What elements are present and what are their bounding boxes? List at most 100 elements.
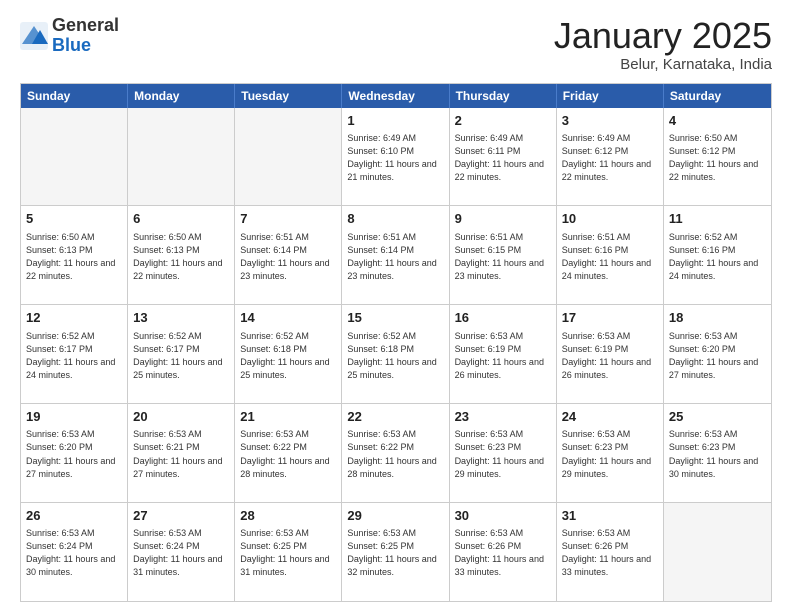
- day-number: 29: [347, 507, 443, 525]
- day-number: 19: [26, 408, 122, 426]
- day-number: 3: [562, 112, 658, 130]
- cell-info: Sunrise: 6:52 AMSunset: 6:16 PMDaylight:…: [669, 231, 766, 283]
- cell-info: Sunrise: 6:53 AMSunset: 6:26 PMDaylight:…: [562, 527, 658, 579]
- day-number: 7: [240, 210, 336, 228]
- day-number: 26: [26, 507, 122, 525]
- calendar-cell: 24 Sunrise: 6:53 AMSunset: 6:23 PMDayligh…: [557, 404, 664, 502]
- cell-info: Sunrise: 6:51 AMSunset: 6:15 PMDaylight:…: [455, 231, 551, 283]
- cell-info: Sunrise: 6:49 AMSunset: 6:11 PMDaylight:…: [455, 132, 551, 184]
- calendar-cell: 27Sunrise: 6:53 AMSunset: 6:24 PMDayligh…: [128, 503, 235, 601]
- calendar-body: 1Sunrise: 6:49 AMSunset: 6:10 PMDaylight…: [21, 108, 771, 601]
- calendar-cell: 19 Sunrise: 6:53 AMSunset: 6:20 PMDayligh…: [21, 404, 128, 502]
- logo-icon: [20, 22, 48, 50]
- cell-info: Sunrise: 6:49 AMSunset: 6:10 PMDaylight:…: [347, 132, 443, 184]
- calendar-cell: 31Sunrise: 6:53 AMSunset: 6:26 PMDayligh…: [557, 503, 664, 601]
- cell-info: Sunrise: 6:53 AMSunset: 6:23 PMDaylight:…: [562, 428, 658, 480]
- calendar-row-5: 26 Sunrise: 6:53 AMSunset: 6:24 PMDayligh…: [21, 503, 771, 601]
- day-number: 25: [669, 408, 766, 426]
- calendar-row-2: 5Sunrise: 6:50 AMSunset: 6:13 PMDaylight…: [21, 206, 771, 305]
- day-number: 28: [240, 507, 336, 525]
- calendar-cell: 16Sunrise: 6:53 AMSunset: 6:19 PMDayligh…: [450, 305, 557, 403]
- calendar-cell: [128, 108, 235, 206]
- calendar-cell: 11 Sunrise: 6:52 AMSunset: 6:16 PMDayligh…: [664, 206, 771, 304]
- day-number: 8: [347, 210, 443, 228]
- header-cell-monday: Monday: [128, 84, 235, 108]
- day-number: 20: [133, 408, 229, 426]
- day-number: 6: [133, 210, 229, 228]
- calendar-cell: 29 Sunrise: 6:53 AMSunset: 6:25 PMDayligh…: [342, 503, 449, 601]
- month-title: January 2025: [554, 16, 772, 56]
- day-number: 11: [669, 210, 766, 228]
- calendar-cell: 21Sunrise: 6:53 AMSunset: 6:22 PMDayligh…: [235, 404, 342, 502]
- cell-info: Sunrise: 6:53 AMSunset: 6:22 PMDaylight:…: [240, 428, 336, 480]
- day-number: 2: [455, 112, 551, 130]
- logo: General Blue: [20, 16, 119, 56]
- day-number: 14: [240, 309, 336, 327]
- logo-text: General Blue: [52, 16, 119, 56]
- cell-info: Sunrise: 6:53 AMSunset: 6:20 PMDaylight:…: [669, 330, 766, 382]
- calendar-row-3: 12 Sunrise: 6:52 AMSunset: 6:17 PMDayligh…: [21, 305, 771, 404]
- calendar-cell: 10Sunrise: 6:51 AMSunset: 6:16 PMDayligh…: [557, 206, 664, 304]
- calendar-cell: 17Sunrise: 6:53 AMSunset: 6:19 PMDayligh…: [557, 305, 664, 403]
- cell-info: Sunrise: 6:53 AMSunset: 6:25 PMDaylight:…: [347, 527, 443, 579]
- cell-info: Sunrise: 6:53 AMSunset: 6:24 PMDaylight:…: [133, 527, 229, 579]
- calendar-cell: 6 Sunrise: 6:50 AMSunset: 6:13 PMDaylight…: [128, 206, 235, 304]
- cell-info: Sunrise: 6:51 AMSunset: 6:14 PMDaylight:…: [347, 231, 443, 283]
- calendar-cell: 30Sunrise: 6:53 AMSunset: 6:26 PMDayligh…: [450, 503, 557, 601]
- header-cell-wednesday: Wednesday: [342, 84, 449, 108]
- day-number: 4: [669, 112, 766, 130]
- calendar-cell: 1Sunrise: 6:49 AMSunset: 6:10 PMDaylight…: [342, 108, 449, 206]
- cell-info: Sunrise: 6:50 AMSunset: 6:13 PMDaylight:…: [133, 231, 229, 283]
- day-number: 15: [347, 309, 443, 327]
- calendar-cell: 22 Sunrise: 6:53 AMSunset: 6:22 PMDayligh…: [342, 404, 449, 502]
- day-number: 13: [133, 309, 229, 327]
- cell-info: Sunrise: 6:51 AMSunset: 6:14 PMDaylight:…: [240, 231, 336, 283]
- cell-info: Sunrise: 6:50 AMSunset: 6:12 PMDaylight:…: [669, 132, 766, 184]
- calendar-cell: 23 Sunrise: 6:53 AMSunset: 6:23 PMDayligh…: [450, 404, 557, 502]
- header-cell-saturday: Saturday: [664, 84, 771, 108]
- day-number: 23: [455, 408, 551, 426]
- calendar-cell: 3 Sunrise: 6:49 AMSunset: 6:12 PMDaylight…: [557, 108, 664, 206]
- location: Belur, Karnataka, India: [554, 56, 772, 73]
- header-cell-thursday: Thursday: [450, 84, 557, 108]
- calendar-cell: 12Sunrise: 6:52 AMSunset: 6:17 PMDayligh…: [21, 305, 128, 403]
- cell-info: Sunrise: 6:53 AMSunset: 6:23 PMDaylight:…: [669, 428, 766, 480]
- cell-info: Sunrise: 6:53 AMSunset: 6:23 PMDaylight:…: [455, 428, 551, 480]
- cell-info: Sunrise: 6:49 AMSunset: 6:12 PMDaylight:…: [562, 132, 658, 184]
- cell-info: Sunrise: 6:52 AMSunset: 6:18 PMDaylight:…: [240, 330, 336, 382]
- day-number: 22: [347, 408, 443, 426]
- calendar-cell: 13 Sunrise: 6:52 AMSunset: 6:17 PMDayligh…: [128, 305, 235, 403]
- calendar-row-4: 19 Sunrise: 6:53 AMSunset: 6:20 PMDayligh…: [21, 404, 771, 503]
- cell-info: Sunrise: 6:50 AMSunset: 6:13 PMDaylight:…: [26, 231, 122, 283]
- logo-blue: Blue: [52, 36, 119, 56]
- day-number: 10: [562, 210, 658, 228]
- header: General Blue January 2025 Belur, Karnata…: [20, 16, 772, 73]
- day-number: 16: [455, 309, 551, 327]
- day-number: 12: [26, 309, 122, 327]
- cell-info: Sunrise: 6:53 AMSunset: 6:21 PMDaylight:…: [133, 428, 229, 480]
- calendar-cell: 18 Sunrise: 6:53 AMSunset: 6:20 PMDayligh…: [664, 305, 771, 403]
- calendar-cell: 2 Sunrise: 6:49 AMSunset: 6:11 PMDaylight…: [450, 108, 557, 206]
- calendar-cell: 5Sunrise: 6:50 AMSunset: 6:13 PMDaylight…: [21, 206, 128, 304]
- calendar-cell: 14 Sunrise: 6:52 AMSunset: 6:18 PMDayligh…: [235, 305, 342, 403]
- cell-info: Sunrise: 6:53 AMSunset: 6:20 PMDaylight:…: [26, 428, 122, 480]
- calendar-cell: 20 Sunrise: 6:53 AMSunset: 6:21 PMDayligh…: [128, 404, 235, 502]
- header-cell-sunday: Sunday: [21, 84, 128, 108]
- cell-info: Sunrise: 6:52 AMSunset: 6:18 PMDaylight:…: [347, 330, 443, 382]
- cell-info: Sunrise: 6:53 AMSunset: 6:25 PMDaylight:…: [240, 527, 336, 579]
- calendar-cell: 4 Sunrise: 6:50 AMSunset: 6:12 PMDaylight…: [664, 108, 771, 206]
- calendar-cell: [235, 108, 342, 206]
- cell-info: Sunrise: 6:53 AMSunset: 6:24 PMDaylight:…: [26, 527, 122, 579]
- title-block: January 2025 Belur, Karnataka, India: [554, 16, 772, 73]
- calendar-cell: 28 Sunrise: 6:53 AMSunset: 6:25 PMDayligh…: [235, 503, 342, 601]
- cell-info: Sunrise: 6:53 AMSunset: 6:26 PMDaylight:…: [455, 527, 551, 579]
- cell-info: Sunrise: 6:53 AMSunset: 6:22 PMDaylight:…: [347, 428, 443, 480]
- calendar-cell: 7 Sunrise: 6:51 AMSunset: 6:14 PMDaylight…: [235, 206, 342, 304]
- header-cell-tuesday: Tuesday: [235, 84, 342, 108]
- calendar-row-1: 1Sunrise: 6:49 AMSunset: 6:10 PMDaylight…: [21, 108, 771, 207]
- cell-info: Sunrise: 6:52 AMSunset: 6:17 PMDaylight:…: [133, 330, 229, 382]
- day-number: 24: [562, 408, 658, 426]
- day-number: 18: [669, 309, 766, 327]
- calendar-cell: [664, 503, 771, 601]
- calendar-cell: 8 Sunrise: 6:51 AMSunset: 6:14 PMDaylight…: [342, 206, 449, 304]
